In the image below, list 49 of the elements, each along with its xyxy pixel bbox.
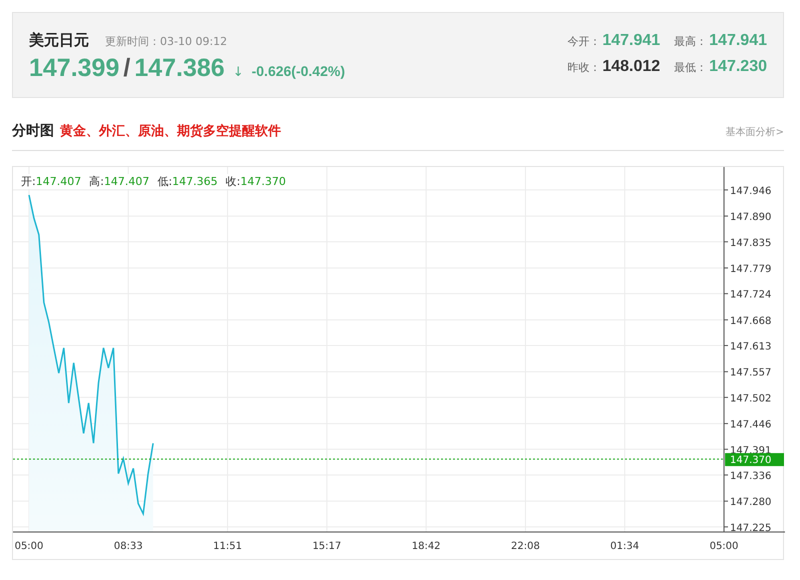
stat-value: 147.941 bbox=[709, 32, 767, 50]
y-tick-label: 147.613 bbox=[730, 342, 772, 353]
ohlc-label: 低: bbox=[157, 174, 172, 189]
stat-label: 今开： bbox=[567, 34, 600, 49]
y-tick-label: 147.502 bbox=[730, 393, 772, 404]
ohlc-value: 147.407 bbox=[104, 175, 150, 188]
stat-value: 147.941 bbox=[602, 32, 660, 50]
y-tick-label: 147.890 bbox=[730, 212, 772, 224]
current-price-tag: 147.370 bbox=[725, 453, 784, 466]
down-arrow: ↓ bbox=[232, 65, 244, 80]
ohlc-label: 高: bbox=[89, 174, 104, 189]
y-tick-label: 147.280 bbox=[730, 497, 772, 508]
section-title: 分时图 bbox=[12, 122, 54, 140]
y-tick-label: 147.779 bbox=[730, 264, 772, 275]
x-tick-label: 05:00 bbox=[710, 541, 738, 552]
stat-value: 148.012 bbox=[602, 58, 660, 76]
y-tick-label: 147.557 bbox=[730, 368, 772, 379]
stat-value: 147.230 bbox=[709, 58, 767, 76]
y-tick-label: 147.446 bbox=[730, 420, 772, 431]
x-tick-label: 11:51 bbox=[213, 541, 242, 552]
stat-label: 昨收： bbox=[567, 60, 600, 75]
ohlc-value: 147.365 bbox=[172, 175, 218, 188]
x-tick-label: 05:00 bbox=[14, 541, 44, 552]
stat-label: 最高： bbox=[674, 34, 708, 49]
y-tick-label: 147.946 bbox=[730, 186, 772, 197]
price-change: -0.626(-0.42%) bbox=[252, 63, 345, 79]
bid-price: 147.399 bbox=[29, 54, 120, 83]
y-tick-label: 147.668 bbox=[730, 316, 772, 327]
ohlc-value: 147.370 bbox=[240, 175, 286, 188]
stat-label: 最低： bbox=[674, 60, 708, 75]
y-tick-label: 147.225 bbox=[730, 522, 772, 534]
x-tick-label: 08:33 bbox=[114, 541, 143, 552]
ref-line-label: 147.370 bbox=[730, 455, 772, 466]
y-tick-label: 147.835 bbox=[730, 238, 772, 249]
pair-name: 美元日元 bbox=[29, 31, 89, 50]
x-tick-label: 22:08 bbox=[511, 541, 540, 552]
ohlc-label: 收: bbox=[226, 174, 240, 189]
ask-price: 147.386 bbox=[134, 54, 225, 83]
y-tick-label: 147.336 bbox=[730, 470, 772, 482]
ohlc-value: 147.407 bbox=[36, 175, 82, 188]
x-tick-label: 15:17 bbox=[312, 541, 342, 552]
y-tick-label: 147.724 bbox=[730, 290, 772, 301]
analysis-link[interactable]: 基本面分析> bbox=[726, 125, 784, 139]
ohlc-label: 开: bbox=[21, 174, 36, 189]
update-time: 更新时间：03-10 09:12 bbox=[105, 34, 228, 49]
x-tick-label: 18:42 bbox=[412, 541, 441, 552]
price-separator: / bbox=[123, 54, 130, 83]
x-tick-label: 01:34 bbox=[610, 541, 640, 552]
promo-link[interactable]: 黄金、外汇、原油、期货多空提醒软件 bbox=[60, 122, 281, 140]
